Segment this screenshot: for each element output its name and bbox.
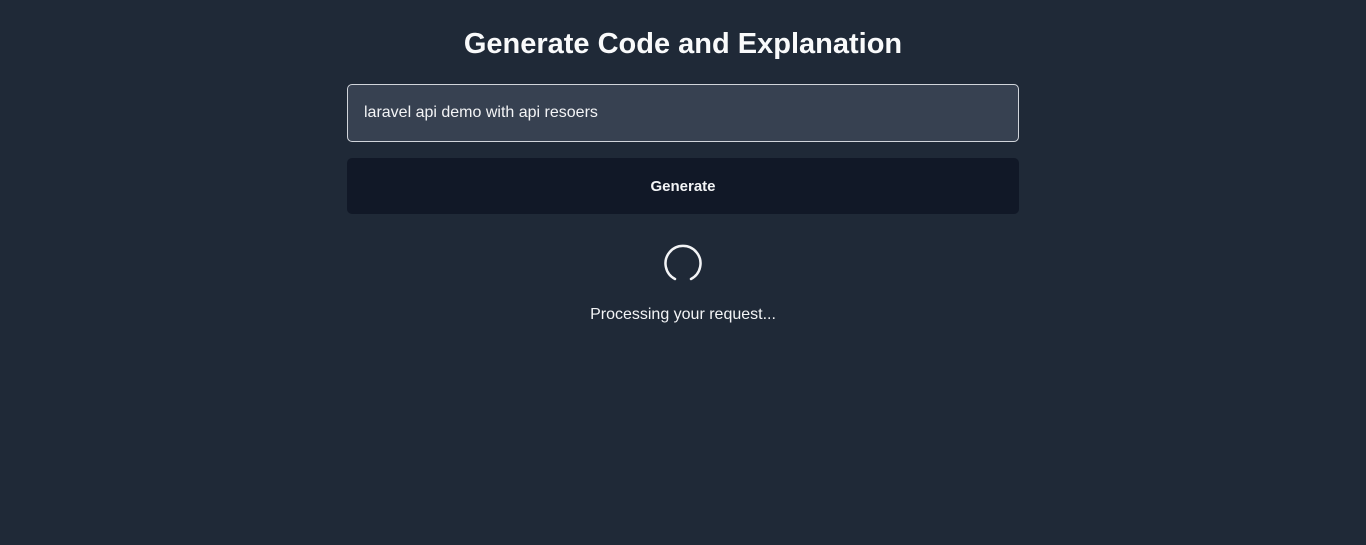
prompt-input[interactable] <box>347 84 1019 142</box>
page: Generate Code and Explanation Generate P… <box>0 0 1366 545</box>
status-message: Processing your request... <box>590 306 776 323</box>
page-title: Generate Code and Explanation <box>463 28 903 60</box>
generate-button[interactable]: Generate <box>347 158 1019 214</box>
spinner-icon <box>664 244 702 281</box>
